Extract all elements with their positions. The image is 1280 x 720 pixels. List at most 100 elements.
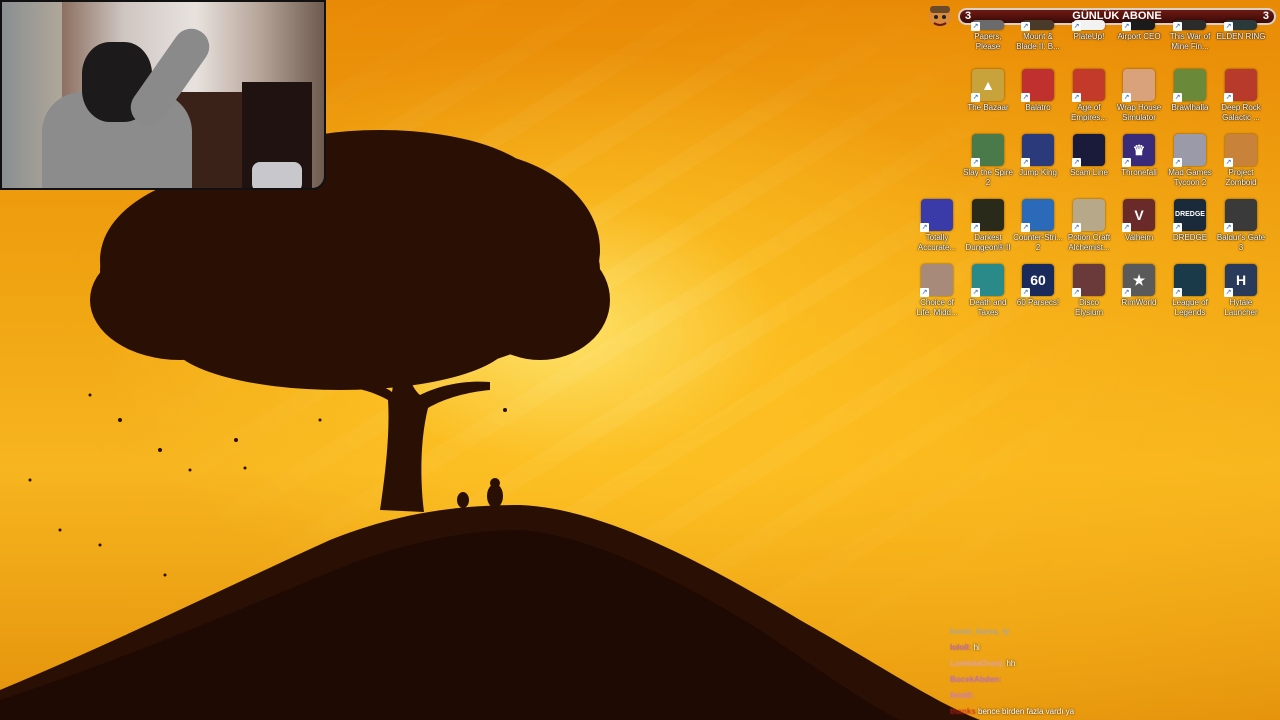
desktop-shortcut[interactable]: ↗ Deep Rock Galactic ... <box>1216 69 1266 123</box>
shortcut-label: Darkest Dungeon® II <box>965 233 1011 252</box>
desktop-shortcut[interactable]: V ↗ Valheim <box>1114 199 1164 243</box>
desktop-shortcut[interactable]: ↗ Balatro <box>1013 69 1063 113</box>
desktop-shortcut[interactable]: ↗ Age of Empires... <box>1064 69 1114 123</box>
app-icon: H ↗ <box>1224 264 1257 297</box>
shortcut-arrow-icon: ↗ <box>1224 22 1233 31</box>
desktop-shortcut[interactable]: ↗ Airport CEO <box>1114 20 1164 42</box>
desktop-shortcut[interactable]: ↗ This War of Mine Fin... <box>1165 20 1215 52</box>
shortcut-arrow-icon: ↗ <box>971 223 980 232</box>
desktop-shortcut[interactable]: ↗ ELDEN RING <box>1216 20 1266 42</box>
desktop-shortcut[interactable]: ↗ League of Legends <box>1165 264 1215 318</box>
shortcut-arrow-icon: ↗ <box>1173 93 1182 102</box>
desktop-shortcut[interactable]: ↗ PlateUp! <box>1064 20 1114 42</box>
desktop-shortcut[interactable]: ↗ Brawlhalla <box>1165 69 1215 113</box>
chat-message: thanks bence birden fazla vardı ya <box>950 704 1150 720</box>
desktop-shortcut[interactable]: ↗ Baldur's Gate 3 <box>1216 199 1266 253</box>
app-icon: ↗ <box>1021 134 1054 167</box>
desktop-shortcut[interactable]: ↗ Counter-Stri... 2 <box>1013 199 1063 253</box>
app-icon: ↗ <box>1224 20 1257 31</box>
app-icon: ↗ <box>1072 69 1105 102</box>
shortcut-arrow-icon: ↗ <box>1021 223 1030 232</box>
shortcut-label: ELDEN RING <box>1216 32 1266 41</box>
desktop-shortcut[interactable]: 60 ↗ 60 Parsecs! <box>1013 264 1063 308</box>
shortcut-arrow-icon: ↗ <box>1173 288 1182 297</box>
app-icon: ↗ <box>1021 20 1054 31</box>
desktop-shortcut[interactable]: ↗ Darkest Dungeon® II <box>963 199 1013 253</box>
app-icon: ↗ <box>1173 20 1206 31</box>
desktop-shortcut[interactable]: ↗ Choice of Life: Midd... <box>912 264 962 318</box>
shortcut-arrow-icon: ↗ <box>1072 22 1081 31</box>
shortcut-arrow-icon: ↗ <box>1224 223 1233 232</box>
app-icon: ↗ <box>1072 134 1105 167</box>
shortcut-label: 60 Parsecs! <box>1016 298 1060 307</box>
app-icon: ↗ <box>1224 69 1257 102</box>
shortcut-label: Totally Accurate... <box>917 233 957 252</box>
shortcut-label: Balatro <box>1025 103 1051 112</box>
shortcut-arrow-icon: ↗ <box>1021 93 1030 102</box>
desktop-shortcut[interactable]: ★ ↗ RimWorld <box>1114 264 1164 308</box>
desktop-shortcut[interactable]: DREDGE ↗ DREDGE <box>1165 199 1215 243</box>
shortcut-label: Project Zomboid <box>1225 168 1257 187</box>
mascot-icon <box>929 5 951 27</box>
chat-text: bence birden fazla vardı ya <box>978 707 1075 716</box>
shortcut-arrow-icon: ↗ <box>1173 22 1182 31</box>
shortcut-label: Age of Empires... <box>1070 103 1107 122</box>
desktop-shortcut[interactable]: ↗ Project Zomboid <box>1216 134 1266 188</box>
desktop-shortcut[interactable]: ↗ Wrap House Simulator <box>1114 69 1164 123</box>
chat-message: BocekAbden: <box>950 672 1150 688</box>
app-icon: ↗ <box>1021 69 1054 102</box>
shortcut-arrow-icon: ↗ <box>1021 22 1030 31</box>
desktop-shortcut[interactable]: ↗ Totally Accurate... <box>912 199 962 253</box>
shortcut-label: Death and Taxes <box>969 298 1007 317</box>
desktop-shortcut[interactable]: ↗ Scam Line <box>1064 134 1114 178</box>
desktop-shortcut[interactable]: ▲ ↗ The Bazaar <box>963 69 1013 113</box>
shortcut-label: Potion Craft Alchemist... <box>1067 233 1111 252</box>
app-icon: ↗ <box>1072 199 1105 232</box>
shortcut-arrow-icon: ↗ <box>1224 158 1233 167</box>
app-icon: ↗ <box>971 264 1004 297</box>
desktop-shortcut[interactable]: ↗ Disco Elysium <box>1064 264 1114 318</box>
shortcut-arrow-icon: ↗ <box>1224 288 1233 297</box>
chat-message: feint0: <box>950 688 1150 704</box>
shortcut-label: RimWorld <box>1121 298 1157 307</box>
shortcut-arrow-icon: ↗ <box>1021 288 1030 297</box>
shortcut-label: Papers, Please <box>974 32 1002 51</box>
desktop-shortcut[interactable]: ↗ Slay the Spire 2 <box>963 134 1013 188</box>
shortcut-arrow-icon: ↗ <box>920 288 929 297</box>
app-icon: V ↗ <box>1122 199 1155 232</box>
app-icon: ↗ <box>1224 199 1257 232</box>
shortcut-arrow-icon: ↗ <box>1122 288 1131 297</box>
chat-text: hi <box>973 643 980 652</box>
desktop-shortcut[interactable]: ♛ ↗ Thronefall <box>1114 134 1164 178</box>
shortcut-arrow-icon: ↗ <box>1072 223 1081 232</box>
desktop-shortcut[interactable]: ↗ Death and Taxes <box>963 264 1013 318</box>
desktop-shortcut[interactable]: H ↗ Hytale Launcher <box>1216 264 1266 318</box>
shortcut-label: Baldur's Gate 3 <box>1216 233 1266 252</box>
shortcut-label: The Bazaar <box>967 103 1009 112</box>
app-icon: ↗ <box>1122 20 1155 31</box>
shortcut-label: Mad Games Tycoon 2 <box>1168 168 1212 187</box>
app-icon: ↗ <box>971 134 1004 167</box>
webcam-overlay <box>0 0 326 190</box>
chat-text: hh <box>1006 659 1016 668</box>
shortcut-arrow-icon: ↗ <box>971 22 980 31</box>
shortcut-label: Jump King <box>1019 168 1057 177</box>
shortcut-label: Counter-Stri... 2 <box>1013 233 1063 252</box>
app-icon: ▲ ↗ <box>971 69 1004 102</box>
chat-username: feint0: <box>950 691 974 700</box>
desktop-shortcut[interactable]: ↗ Jump King <box>1013 134 1063 178</box>
chat-username: kuran_kursu_ty <box>950 627 1010 636</box>
app-icon: ↗ <box>1122 69 1155 102</box>
shortcut-arrow-icon: ↗ <box>920 223 929 232</box>
shortcut-label: Thronefall <box>1121 168 1157 177</box>
shortcut-arrow-icon: ↗ <box>1122 223 1131 232</box>
shortcut-arrow-icon: ↗ <box>971 93 980 102</box>
desktop-shortcut[interactable]: ↗ Mount & Blade II: B... <box>1013 20 1063 52</box>
shortcut-arrow-icon: ↗ <box>1072 158 1081 167</box>
desktop-shortcut[interactable]: ↗ Potion Craft Alchemist... <box>1064 199 1114 253</box>
app-icon: 60 ↗ <box>1021 264 1054 297</box>
chat-username: lololl: <box>950 643 972 652</box>
desktop-shortcut[interactable]: ↗ Mad Games Tycoon 2 <box>1165 134 1215 188</box>
desktop-shortcut[interactable]: ↗ Papers, Please <box>963 20 1013 52</box>
shortcut-label: Brawlhalla <box>1171 103 1209 112</box>
